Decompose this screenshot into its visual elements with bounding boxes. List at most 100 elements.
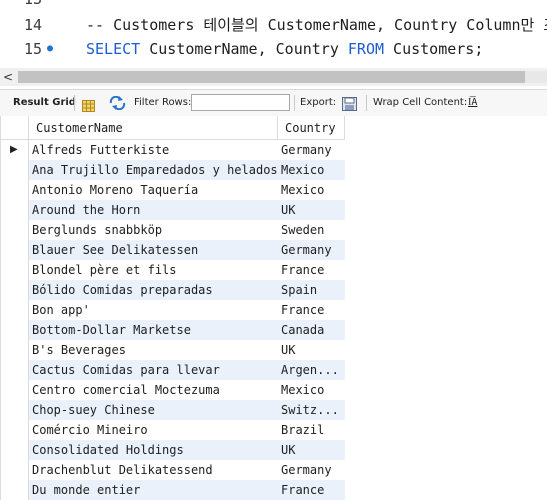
toolbar-divider [294,95,295,111]
table-row[interactable]: Chop-suey Chinese Switz... [0,400,345,420]
cell-customername[interactable]: Antonio Moreno Taquería [29,180,278,200]
table-row[interactable]: Bon app' France [0,300,345,320]
result-grid-label[interactable]: Result Grid [13,90,76,116]
table-row[interactable]: Ana Trujillo Emparedados y helados Mexico [0,160,345,180]
cell-customername[interactable]: Berglunds snabbköp [29,220,278,240]
cell-country[interactable]: Canada [278,320,345,340]
cell-customername[interactable]: Cactus Comidas para llevar [29,360,278,380]
table-row[interactable]: Centro comercial Moctezuma Mexico [0,380,345,400]
row-selector[interactable]: ▶ [0,140,29,160]
column-header-country[interactable]: Country [278,116,345,140]
grid-rows: ▶ Alfreds Futterkiste Germany Ana Trujillo … [0,140,345,500]
cell-customername[interactable]: Around the Horn [29,200,278,220]
cell-country[interactable]: Sweden [278,220,345,240]
cell-country[interactable]: Brazil [278,420,345,440]
cell-country[interactable]: France [278,260,345,280]
grid-corner-header[interactable] [0,116,29,140]
table-row[interactable]: B's Beverages UK [0,340,345,360]
cell-customername[interactable]: Ana Trujillo Emparedados y helados [29,160,278,180]
export-icon[interactable] [342,96,357,111]
column-header-customername[interactable]: CustomerName [29,116,278,140]
cell-country[interactable]: UK [278,200,345,220]
sql-keyword: SELECT [86,40,141,58]
cell-country[interactable]: UK [278,340,345,360]
sql-keyword: FROM [347,40,385,58]
table-row[interactable]: Comércio Mineiro Brazil [0,420,345,440]
cell-country[interactable]: UK [278,440,345,460]
current-row-pointer-icon: ▶ [10,144,18,155]
row-selector[interactable] [0,440,29,460]
row-selector[interactable] [0,260,29,280]
row-selector[interactable] [0,200,29,220]
cell-customername[interactable]: Bottom-Dollar Marketse [29,320,278,340]
row-selector[interactable] [0,340,29,360]
export-label: Export: [300,97,337,108]
row-selector[interactable] [0,460,29,480]
row-selector[interactable] [0,180,29,200]
toolbar-divider [366,95,367,111]
cell-customername[interactable]: Bon app' [29,300,278,320]
cell-country[interactable]: France [278,300,345,320]
table-row[interactable]: Berglunds snabbköp Sweden [0,220,345,240]
row-selector[interactable] [0,160,29,180]
cell-customername[interactable]: B's Beverages [29,340,278,360]
cell-customername[interactable]: Du monde entier [29,480,278,500]
table-row[interactable]: ▶ Alfreds Futterkiste Germany [0,140,345,160]
table-row[interactable]: Antonio Moreno Taquería Mexico [0,180,345,200]
cell-country[interactable]: Argen... [278,360,345,380]
row-selector[interactable] [0,300,29,320]
cell-customername[interactable]: Centro comercial Moctezuma [29,380,278,400]
row-selector[interactable] [0,360,29,380]
table-row[interactable]: Du monde entier France [0,480,345,500]
row-selector[interactable] [0,480,29,500]
scrollbar-thumb[interactable] [18,71,525,83]
table-row[interactable]: Bólido Comidas preparadas Spain [0,280,345,300]
table-row[interactable]: Drachenblut Delikatessend Germany [0,460,345,480]
cell-country[interactable]: Mexico [278,380,345,400]
cell-country[interactable]: Mexico [278,160,345,180]
cell-customername[interactable]: Drachenblut Delikatessend [29,460,278,480]
cell-country[interactable]: Germany [278,460,345,480]
cell-customername[interactable]: Blondel père et fils [29,260,278,280]
cell-country[interactable]: Germany [278,140,345,160]
table-row[interactable]: Consolidated Holdings UK [0,440,345,460]
table-row[interactable]: Blauer See Delikatessen Germany [0,240,345,260]
filter-rows-input[interactable] [191,94,290,111]
row-selector[interactable] [0,400,29,420]
table-row[interactable]: Cactus Comidas para llevar Argen... [0,360,345,380]
cell-country[interactable]: Switz... [278,400,345,420]
refresh-filter-icon[interactable] [109,90,126,116]
cell-customername[interactable]: Comércio Mineiro [29,420,278,440]
editor-line[interactable]: 13 [0,0,547,11]
cell-customername[interactable]: Blauer See Delikatessen [29,240,278,260]
cell-customername[interactable]: Consolidated Holdings [29,440,278,460]
wrap-cell-content-label: Wrap Cell Content: [373,97,468,108]
editor-line[interactable]: 14 -- Customers 테이블의 CustomerName, Count… [0,13,547,37]
row-selector[interactable] [0,220,29,240]
cell-country[interactable]: Mexico [278,180,345,200]
line-number: 14 [23,16,42,34]
grid-view-icon[interactable] [82,97,95,112]
wrap-text-icon[interactable]: I͞A [468,90,477,116]
cell-customername[interactable]: Alfreds Futterkiste [29,140,278,160]
table-row[interactable]: Around the Horn UK [0,200,345,220]
row-selector[interactable] [0,240,29,260]
sql-editor[interactable]: 13 14 -- Customers 테이블의 CustomerName, Co… [0,0,547,68]
cell-customername[interactable]: Chop-suey Chinese [29,400,278,420]
cell-country[interactable]: Germany [278,240,345,260]
editor-line-active[interactable]: 15 ● SELECT CustomerName, Country FROM C… [0,37,547,61]
cell-customername[interactable]: Bólido Comidas preparadas [29,280,278,300]
cell-country[interactable]: France [278,480,345,500]
result-grid[interactable]: CustomerName Country ▶ Alfreds Futterkist… [0,116,547,501]
row-selector[interactable] [0,420,29,440]
row-selector[interactable] [0,380,29,400]
table-row[interactable]: Blondel père et fils France [0,260,345,280]
table-row[interactable]: Bottom-Dollar Marketse Canada [0,320,345,340]
scroll-left-arrow-icon[interactable]: < [3,70,13,84]
row-selector[interactable] [0,320,29,340]
result-toolbar: Result Grid Filter Rows: Export: Wrap Ce… [0,89,547,117]
row-selector[interactable] [0,280,29,300]
scrollbar-track[interactable] [525,71,547,83]
editor-horizontal-scrollbar[interactable]: < [0,68,547,86]
cell-country[interactable]: Spain [278,280,345,300]
